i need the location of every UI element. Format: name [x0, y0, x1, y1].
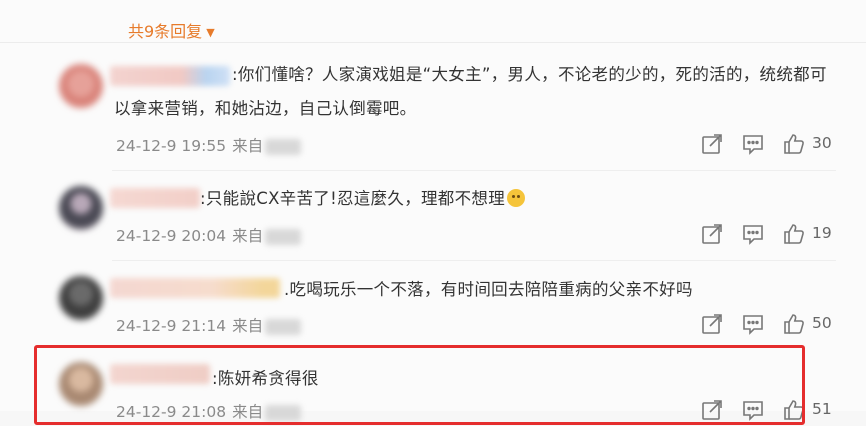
comment-actions: 19	[700, 222, 840, 246]
comment-meta: 24-12-9 20:04 来自	[116, 224, 302, 246]
username-redacted[interactable]	[110, 188, 200, 208]
avatar[interactable]	[59, 186, 103, 230]
caret-down-icon: ▼	[206, 26, 215, 39]
thumbs-up-icon[interactable]	[782, 312, 806, 336]
share-icon[interactable]	[700, 312, 724, 336]
reply-count-label: 共9条回复	[128, 22, 203, 41]
comment-source-prefix: 来自	[232, 227, 264, 245]
like-count: 51	[812, 400, 832, 418]
comment-text-line: :你们懂啥？人家演戏姐是“大女主”，男人，不论老的少的，死的活的，统统都可	[232, 65, 827, 84]
username-redacted[interactable]	[110, 278, 280, 298]
comment-actions: 50	[700, 312, 840, 336]
emoji-icon	[507, 189, 525, 207]
comment-text: :你们懂啥？人家演戏姐是“大女主”，男人，不论老的少的，死的活的，统统都可	[232, 58, 842, 92]
divider	[112, 260, 836, 261]
divider	[112, 170, 836, 171]
comment-source-redacted	[265, 138, 302, 155]
comment-source-redacted	[265, 318, 302, 335]
share-icon[interactable]	[700, 222, 724, 246]
divider	[0, 42, 866, 43]
share-icon[interactable]	[700, 132, 724, 156]
comment-text: :只能說CX辛苦了!忍這麼久，理都不想理	[200, 182, 840, 216]
comment-text-line: .吃喝玩乐一个不落，有时间回去陪陪重病的父亲不好吗	[284, 280, 693, 299]
comment-text-line: 以拿来营销，和她沾边，自己认倒霉吧。	[114, 99, 417, 118]
like-count: 19	[812, 224, 832, 242]
comment-text-continued: 以拿来营销，和她沾边，自己认倒霉吧。	[114, 92, 834, 126]
comment-time: 24-12-9 20:04	[116, 227, 227, 245]
comment-actions: 30	[700, 132, 840, 156]
like-count: 50	[812, 314, 832, 332]
comment-meta: 24-12-9 21:14 来自	[116, 314, 302, 336]
username-redacted[interactable]	[110, 66, 230, 86]
highlight-box	[34, 345, 805, 425]
comment-icon[interactable]	[741, 132, 765, 156]
thumbs-up-icon[interactable]	[782, 222, 806, 246]
comment-time: 24-12-9 19:55	[116, 137, 227, 155]
comment-icon[interactable]	[741, 222, 765, 246]
comment-text: .吃喝玩乐一个不落，有时间回去陪陪重病的父亲不好吗	[284, 273, 844, 307]
reply-count-toggle[interactable]: 共9条回复 ▼	[128, 18, 215, 42]
comment-text-line: :只能說CX辛苦了!忍這麼久，理都不想理	[200, 189, 505, 208]
like-count: 30	[812, 134, 832, 152]
comment-source-prefix: 来自	[232, 137, 264, 155]
avatar[interactable]	[59, 276, 103, 320]
thumbs-up-icon[interactable]	[782, 132, 806, 156]
comment-time: 24-12-9 21:14	[116, 317, 227, 335]
comment-icon[interactable]	[741, 312, 765, 336]
comment-source-redacted	[265, 228, 302, 245]
avatar[interactable]	[59, 64, 103, 108]
comment-source-prefix: 来自	[232, 317, 264, 335]
comment-meta: 24-12-9 19:55 来自	[116, 134, 302, 156]
reply-panel: 共9条回复 ▼ :你们懂啥？人家演戏姐是“大女主”，男人，不论老的少的，死的活的，…	[0, 0, 866, 425]
